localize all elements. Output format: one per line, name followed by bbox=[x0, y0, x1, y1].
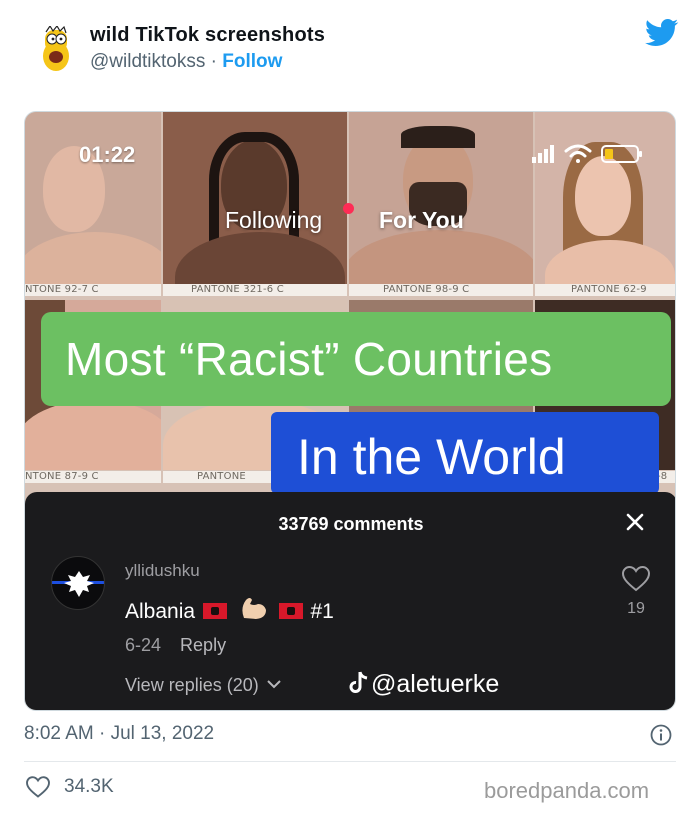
flexed-biceps-icon bbox=[242, 598, 266, 619]
pantone-label: NTONE 87-9 C bbox=[25, 471, 161, 483]
pantone-label: PANTONE 321-6 C bbox=[163, 284, 347, 296]
view-replies-label: View replies (20) bbox=[125, 675, 259, 695]
pantone-portraits-grid: NTONE 92-7 C PANTONE 321-6 C PANTONE 98-… bbox=[25, 112, 675, 494]
footer-divider bbox=[24, 761, 676, 762]
source-watermark: boredpanda.com bbox=[484, 778, 650, 803]
wifi-icon bbox=[564, 144, 592, 163]
account-avatar[interactable] bbox=[36, 26, 76, 72]
albanian-eagle-icon bbox=[52, 571, 104, 597]
portrait-tile bbox=[349, 112, 533, 284]
tab-for-you[interactable]: For You bbox=[379, 207, 464, 234]
pantone-label: PANTONE bbox=[163, 471, 273, 483]
view-replies-button[interactable]: View replies (20) bbox=[125, 675, 281, 696]
like-count: 34.3K bbox=[64, 776, 114, 797]
tab-following[interactable]: Following bbox=[225, 207, 322, 234]
account-name[interactable]: wild TikTok screenshots bbox=[90, 24, 325, 47]
caption-banner-green: Most “Racist” Countries bbox=[41, 312, 671, 406]
comment-date: 6-24 bbox=[125, 635, 162, 655]
status-bar-icons bbox=[532, 144, 642, 163]
like-heart-icon[interactable] bbox=[26, 776, 50, 798]
live-indicator-dot bbox=[343, 203, 354, 214]
albania-flag-icon bbox=[202, 603, 227, 619]
battery-icon bbox=[601, 145, 642, 163]
comments-count: 33769 comments bbox=[278, 514, 424, 534]
info-icon[interactable] bbox=[650, 724, 672, 746]
tweet-header: wild TikTok screenshots @wildtiktokss · … bbox=[0, 0, 700, 100]
portrait-tile bbox=[25, 112, 161, 284]
status-bar-time: 01:22 bbox=[79, 142, 136, 167]
reply-button[interactable]: Reply bbox=[180, 635, 226, 655]
commenter-avatar[interactable] bbox=[51, 556, 105, 610]
chevron-down-icon bbox=[267, 680, 281, 689]
signal-icon bbox=[532, 145, 554, 163]
comment-username[interactable]: yllidushku bbox=[125, 561, 200, 581]
tiktok-logo-icon bbox=[349, 671, 368, 693]
comment-meta: 6-24 Reply bbox=[125, 635, 226, 656]
pantone-label: PANTONE 62-9 bbox=[535, 284, 675, 296]
comment-like-heart-icon[interactable] bbox=[622, 566, 650, 592]
pantone-label: NTONE 92-7 C bbox=[25, 284, 161, 296]
comment-text-end: #1 bbox=[310, 600, 334, 623]
tweet-media-image[interactable]: NTONE 92-7 C PANTONE 321-6 C PANTONE 98-… bbox=[24, 111, 676, 711]
tiktok-watermark-handle: @aletuerke bbox=[371, 670, 500, 698]
close-icon[interactable] bbox=[623, 510, 647, 534]
comments-panel: 33769 comments yllidushku Albania #1 6-2… bbox=[25, 492, 675, 710]
portrait-tile bbox=[535, 112, 675, 284]
tweet-timestamp[interactable]: 8:02 AM · Jul 13, 2022 bbox=[24, 723, 214, 745]
comment-text: Albania #1 bbox=[125, 596, 334, 624]
portrait-tile bbox=[163, 112, 347, 284]
caption-banner-blue: In the World bbox=[271, 412, 659, 494]
albania-flag-icon bbox=[278, 603, 303, 619]
tiktok-watermark: @aletuerke bbox=[349, 670, 499, 699]
caption-line-2: In the World bbox=[297, 429, 566, 485]
comment-like-count: 19 bbox=[627, 600, 645, 617]
separator-dot: · bbox=[210, 51, 217, 72]
account-handle-row: @wildtiktokss · Follow bbox=[90, 51, 282, 73]
twitter-bird-icon[interactable] bbox=[645, 19, 679, 47]
follow-button[interactable]: Follow bbox=[222, 51, 282, 72]
comment-text-start: Albania bbox=[125, 600, 196, 623]
pantone-label: PANTONE 98-9 C bbox=[349, 284, 533, 296]
pantone-label: -8 bbox=[657, 471, 675, 483]
account-handle[interactable]: @wildtiktokss bbox=[90, 51, 205, 72]
caption-line-1: Most “Racist” Countries bbox=[65, 333, 553, 385]
